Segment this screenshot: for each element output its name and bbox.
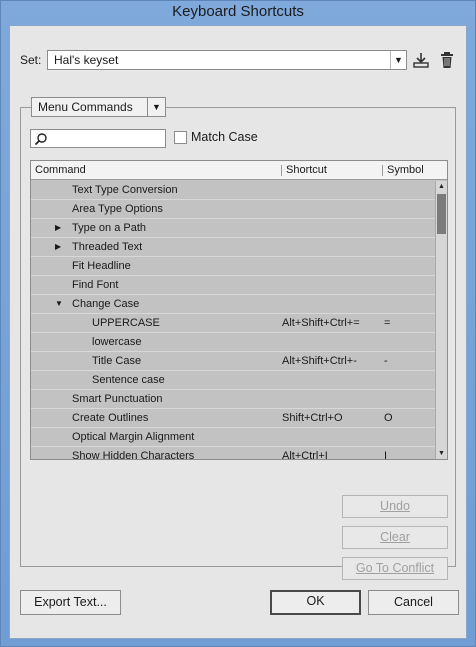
scroll-up-icon[interactable]: ▲ (436, 181, 447, 193)
search-input[interactable] (30, 129, 166, 148)
clear-button[interactable]: Clear (342, 526, 448, 549)
shortcuts-table: Command Shortcut Symbol Text Type Conver… (30, 160, 448, 460)
row-command: lowercase (92, 336, 142, 348)
export-text-button[interactable]: Export Text... (20, 590, 121, 615)
table-row[interactable]: Fit Headline (31, 257, 436, 276)
row-command: Title Case (92, 355, 142, 367)
chevron-down-icon: ▼ (390, 51, 406, 69)
table-row[interactable]: Optical Margin Alignment (31, 428, 436, 447)
table-body: Text Type Conversion Area Type Options ▶ Ty… (31, 181, 436, 460)
go-to-conflict-button[interactable]: Go To Conflict (342, 557, 448, 580)
table-row[interactable]: Show Hidden Characters Alt+Ctrl+I I (31, 447, 436, 460)
vertical-scrollbar[interactable]: ▲ ▼ (435, 181, 447, 459)
cancel-button[interactable]: Cancel (368, 590, 459, 615)
set-row: Set: Hal's keyset ▼ (20, 50, 460, 70)
dialog-body: Set: Hal's keyset ▼ Menu Commands ▼ Matc… (9, 25, 467, 639)
row-symbol: O (384, 412, 393, 424)
table-row[interactable]: Smart Punctuation (31, 390, 436, 409)
row-command: UPPERCASE (92, 317, 160, 329)
save-icon[interactable] (412, 51, 430, 69)
row-shortcut: Alt+Shift+Ctrl+= (282, 317, 360, 329)
set-label-text: Set: (20, 53, 42, 67)
row-shortcut: Alt+Ctrl+I (282, 450, 328, 460)
set-label: Set: (20, 53, 41, 67)
table-row[interactable]: ▶ Threaded Text (31, 238, 436, 257)
table-row[interactable]: Find Font (31, 276, 436, 295)
table-row[interactable]: Create Outlines Shift+Ctrl+O O (31, 409, 436, 428)
chevron-down-icon: ▼ (147, 98, 165, 116)
table-row[interactable]: Sentence case (31, 371, 436, 390)
search-icon (34, 133, 47, 146)
expand-icon[interactable]: ▶ (55, 238, 61, 256)
match-case-checkbox[interactable] (174, 131, 187, 144)
collapse-icon[interactable]: ▼ (55, 295, 63, 313)
scroll-down-icon[interactable]: ▼ (436, 448, 447, 459)
commands-group: Menu Commands ▼ Match Case Command Short… (20, 97, 456, 580)
scrollbar-thumb[interactable] (437, 194, 446, 234)
row-command: Area Type Options (72, 203, 163, 215)
column-header-shortcut[interactable]: Shortcut (286, 164, 327, 176)
table-row[interactable]: lowercase (31, 333, 436, 352)
column-header-command[interactable]: Command (35, 164, 86, 176)
row-command: Optical Margin Alignment (72, 431, 195, 443)
row-command: Threaded Text (72, 241, 143, 253)
window-title: Keyboard Shortcuts (172, 3, 304, 20)
row-symbol: I (384, 450, 388, 460)
column-divider[interactable] (281, 165, 282, 176)
set-dropdown-value: Hal's keyset (54, 53, 119, 67)
table-header: Command Shortcut Symbol (31, 161, 447, 180)
row-command: Sentence case (92, 374, 165, 386)
trash-icon[interactable] (438, 51, 456, 69)
set-dropdown[interactable]: Hal's keyset ▼ (47, 50, 407, 70)
row-command: Find Font (72, 279, 119, 291)
row-command: Type on a Path (72, 222, 146, 234)
row-symbol: = (384, 317, 391, 329)
match-case-label: Match Case (191, 130, 258, 144)
column-divider[interactable] (382, 165, 383, 176)
table-row[interactable]: UPPERCASE Alt+Shift+Ctrl+= = (31, 314, 436, 333)
row-command: Text Type Conversion (72, 184, 178, 196)
column-header-symbol[interactable]: Symbol (387, 164, 424, 176)
table-row[interactable]: Area Type Options (31, 200, 436, 219)
expand-icon[interactable]: ▶ (55, 219, 61, 237)
table-row[interactable]: ▼ Change Case (31, 295, 436, 314)
table-row[interactable]: ▶ Type on a Path (31, 219, 436, 238)
menu-type-dropdown[interactable]: Menu Commands ▼ (31, 97, 166, 117)
undo-button[interactable]: Undo (342, 495, 448, 518)
row-command: Change Case (72, 298, 140, 310)
menu-type-value: Menu Commands (38, 100, 133, 114)
row-shortcut: Shift+Ctrl+O (282, 412, 343, 424)
row-command: Show Hidden Characters (72, 450, 195, 460)
table-row[interactable]: Text Type Conversion (31, 181, 436, 200)
row-command: Create Outlines (72, 412, 149, 424)
row-shortcut: Alt+Shift+Ctrl+- (282, 355, 357, 367)
row-command: Fit Headline (72, 260, 131, 272)
row-symbol: - (384, 355, 388, 367)
table-row[interactable]: Title Case Alt+Shift+Ctrl+- - (31, 352, 436, 371)
dialog-window: Keyboard Shortcuts Set: Hal's keyset ▼ M… (0, 0, 476, 647)
row-command: Smart Punctuation (72, 393, 163, 405)
ok-button[interactable]: OK (270, 590, 361, 615)
